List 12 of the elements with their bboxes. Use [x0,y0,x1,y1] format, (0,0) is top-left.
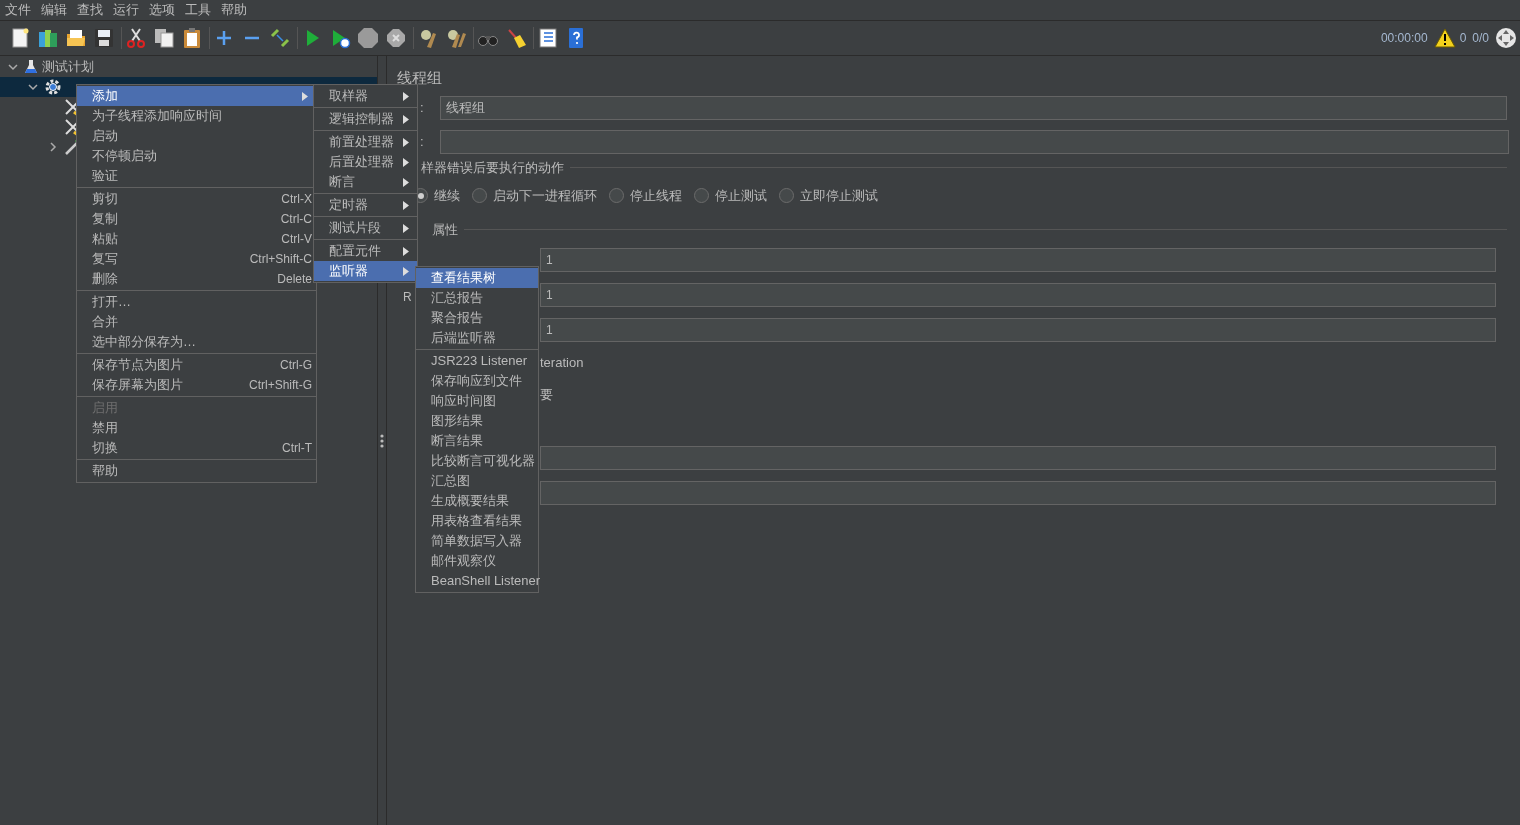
option-label: 要 [540,386,553,405]
warning-count: 0 [1459,30,1467,47]
field-label: : [420,132,425,151]
section-title: 属性 [432,220,458,239]
panel-title: 线程组 [397,68,443,88]
elapsed-time: 00:00:00 [1380,30,1428,47]
thread-count: 0/0 [1472,30,1489,47]
option-label: teration [540,354,584,373]
section-title: 样器错误后要执行的动作 [421,158,564,177]
tree-label: 测试计划 [42,58,94,77]
field-label: : [420,98,425,117]
field-label: R [403,289,412,304]
